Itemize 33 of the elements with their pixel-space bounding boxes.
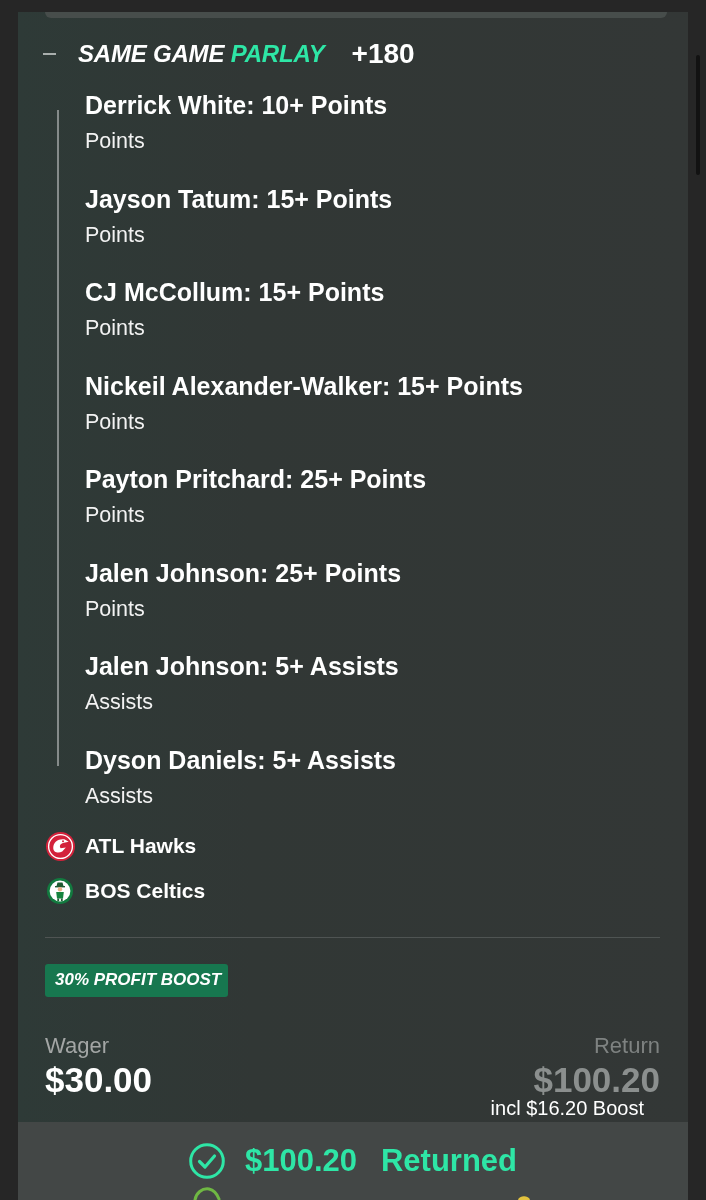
leg-market: Points	[85, 316, 146, 340]
leg-market: Points	[85, 129, 146, 153]
wager-label: Wager	[45, 1032, 110, 1059]
team-name: BOS Celtics	[85, 879, 206, 903]
leg-selection: Nickeil Alexander-Walker: 15+ Points	[85, 371, 524, 400]
returned-status: Returned	[381, 1143, 518, 1179]
wager-amount: $30.00	[45, 1062, 153, 1097]
odds-value: +180	[351, 38, 415, 70]
team-name: ATL Hawks	[85, 834, 197, 858]
leg-selection: Jalen Johnson: 5+ Assists	[85, 652, 400, 680]
leg-market: Points	[85, 596, 146, 621]
leprechaun-crest-icon	[47, 878, 73, 904]
return-amount: $100.20	[533, 1062, 660, 1097]
check-circle-icon	[188, 1143, 225, 1179]
leg-market: Assists	[85, 690, 155, 714]
profit-boost-badge: 30% PROFIT BOOST	[45, 963, 229, 997]
return-label: Return	[593, 1032, 660, 1059]
leg-selection: Jayson Tatum: 15+ Points	[85, 184, 394, 213]
streamer-icon	[193, 1184, 221, 1200]
returned-amount: $100.20	[244, 1143, 357, 1179]
leg-selection: Derrick White: 10+ Points	[85, 91, 389, 119]
leg-selection: CJ McCollum: 15+ Points	[85, 278, 386, 306]
leg-market: Points	[85, 409, 146, 434]
leg-market: Assists	[85, 783, 155, 808]
bet-type-title: SAME GAME PARLAY	[78, 40, 325, 68]
leg-market: Points	[85, 503, 146, 527]
leg-market: Points	[85, 222, 146, 247]
leg-selection: Jalen Johnson: 25+ Points	[85, 558, 403, 587]
leg-selection: Dyson Daniels: 5+ Assists	[85, 745, 397, 774]
boost-note: incl $16.20 Boost	[490, 1096, 644, 1119]
hawk-crest-icon	[45, 831, 75, 861]
confetti-icon	[518, 1194, 530, 1200]
leg-selection: Payton Pritchard: 25+ Points	[85, 465, 428, 493]
